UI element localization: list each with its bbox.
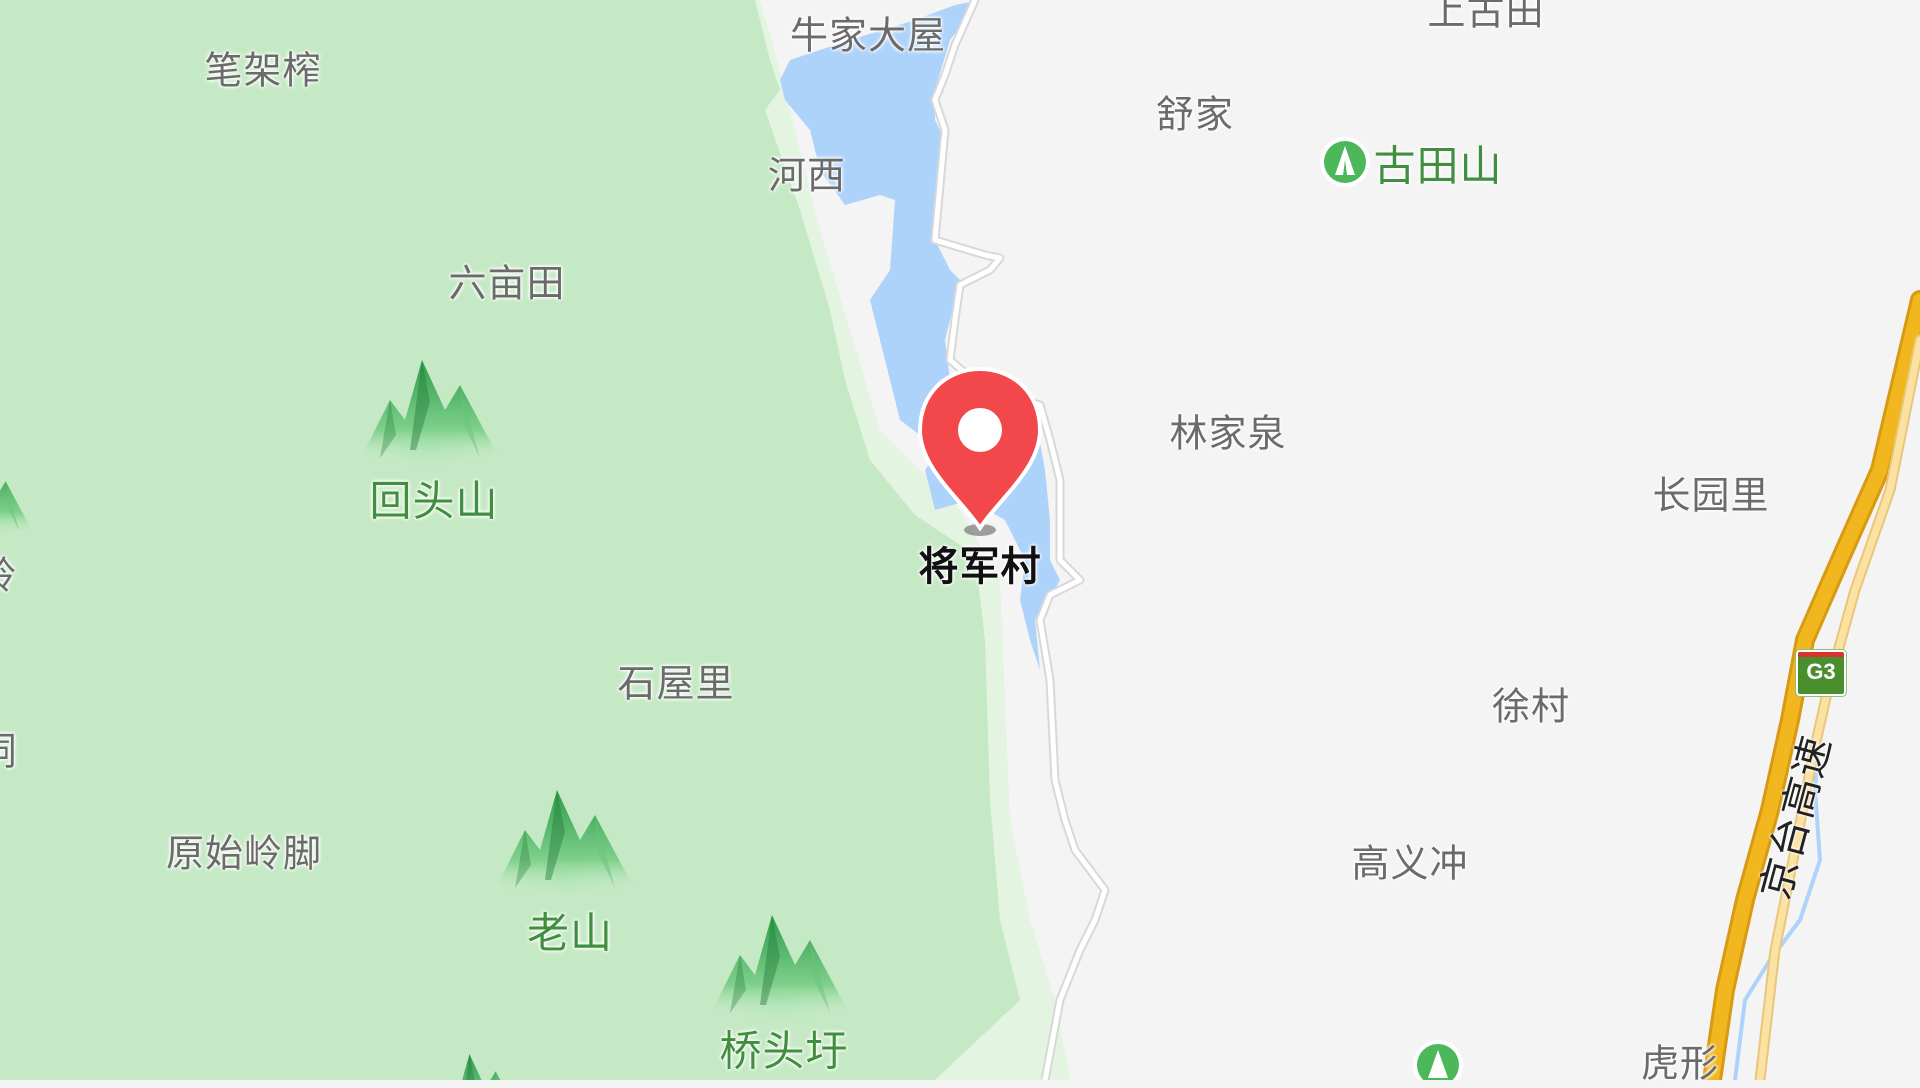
peak-poi-icon[interactable] (1320, 137, 1370, 187)
place-label[interactable]: 石屋里 (617, 653, 734, 708)
place-label[interactable]: 上古田 (1427, 0, 1544, 36)
mountain-label[interactable]: 古田山 (1373, 133, 1502, 194)
marker-label[interactable]: 将军村 (919, 534, 1042, 592)
place-label-partial[interactable]: 洞 (0, 721, 18, 776)
mountain-label[interactable]: 老山 (527, 900, 613, 961)
highway-shield-label: G3 (1806, 659, 1836, 684)
place-label[interactable]: 舒家 (1156, 84, 1234, 139)
place-label[interactable]: 笔架榨 (204, 40, 321, 95)
place-label[interactable]: 六亩田 (448, 253, 565, 308)
mountain-label[interactable]: 回头山 (369, 468, 498, 529)
mountain-label[interactable]: 桥头圩 (719, 1018, 848, 1079)
place-label-partial[interactable]: 岭 (0, 545, 18, 600)
place-label[interactable]: 徐村 (1492, 676, 1570, 731)
place-label[interactable]: 牛家大屋 (790, 5, 946, 60)
place-label[interactable]: 虎形 (1641, 1033, 1719, 1088)
place-label[interactable]: 长园里 (1652, 465, 1769, 520)
place-label[interactable]: 高义冲 (1351, 833, 1468, 888)
place-label[interactable]: 原始岭脚 (166, 823, 322, 878)
place-label[interactable]: 河西 (768, 145, 846, 200)
highway-shield-icon[interactable]: G3 (1796, 650, 1846, 696)
place-label[interactable]: 林家泉 (1169, 403, 1286, 458)
